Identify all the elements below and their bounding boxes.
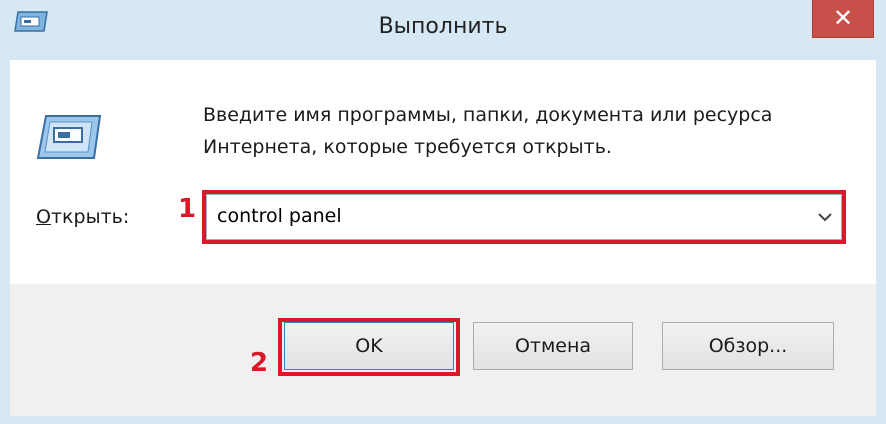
browse-button[interactable]: Обзор... [662,322,834,370]
highlight-box-2 [278,318,460,376]
cancel-button[interactable]: Отмена [473,322,633,370]
title-bar: Выполнить ✕ [0,0,886,60]
close-button[interactable]: ✕ [812,0,874,38]
dialog-body [10,60,876,284]
run-dialog-icon [36,115,102,159]
close-icon: ✕ [832,4,854,32]
open-label: Открыть: [36,206,129,228]
open-label-accelerator: О [36,206,51,228]
highlight-box-1 [202,190,846,244]
prompt-text-line-2: Интернета, которые требуется открыть. [203,136,612,158]
window-title: Выполнить [378,14,508,39]
run-dialog: Выполнить ✕ Введите имя программы, папки… [0,0,886,424]
open-label-text: ткрыть: [50,206,130,228]
step-marker-1: 1 [178,194,197,224]
step-marker-2: 2 [250,348,269,378]
prompt-text-line-1: Введите имя программы, папки, документа … [203,104,773,126]
window-bottom-border [0,416,886,424]
